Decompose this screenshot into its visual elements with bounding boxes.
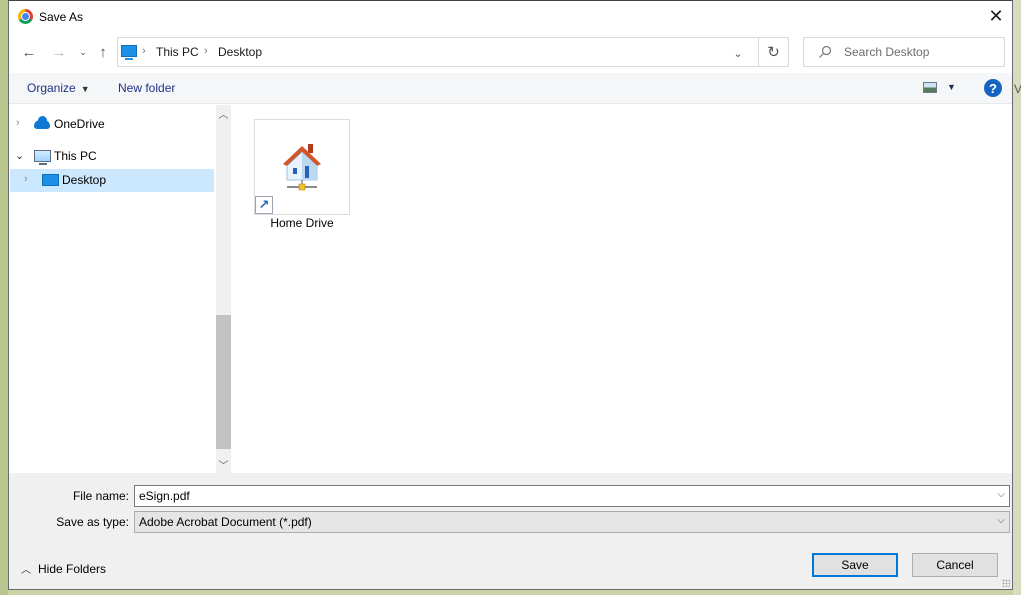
network-home-icon [283,144,321,191]
nav-item-desktop[interactable]: › Desktop [10,169,214,192]
file-thumbnail: ↗ [254,119,350,215]
search-icon [819,45,832,58]
nav-item-label: Desktop [62,173,107,187]
breadcrumb-separator-icon: › [142,45,146,57]
file-item-home-drive[interactable]: ↗ Home Drive [254,119,350,230]
scroll-down-button[interactable]: ﹀ [216,456,231,473]
chevron-right-icon[interactable]: › [24,173,28,185]
chevron-down-icon: ⌄ [733,47,743,60]
background-window-edge-left [0,0,8,595]
scrollbar-thumb[interactable] [216,315,231,449]
chevron-right-icon[interactable]: › [16,117,20,129]
save-as-type-value: Adobe Acrobat Document (*.pdf) [139,515,312,529]
breadcrumb-this-pc[interactable]: This PC [156,45,199,59]
help-button[interactable]: ? [984,79,1002,97]
desktop-icon [42,174,59,186]
scroll-up-button[interactable]: ︿ [216,105,231,122]
arrow-right-icon: → [51,43,67,61]
recent-locations-button[interactable]: ⌄ [73,42,93,62]
file-name-value: eSign.pdf [139,489,190,503]
refresh-button[interactable]: ↻ [758,38,788,66]
close-icon: ✕ [988,5,1004,26]
file-name-input[interactable]: eSign.pdf ⌵ [134,485,1010,507]
save-as-dialog: Save As ✕ ← → ⌄ ↑ › This PC › Desktop ⌄ … [8,0,1013,590]
nav-item-label: This PC [54,149,97,163]
address-bar[interactable]: › This PC › Desktop ⌄ ↻ [117,37,789,67]
up-button[interactable]: ↑ [93,42,113,62]
view-dropdown-button[interactable]: ▼ [947,82,956,92]
file-list: ↗ Home Drive [232,105,1012,473]
nav-item-onedrive[interactable]: › OneDrive [10,113,214,136]
save-as-type-label: Save as type: [56,515,129,529]
search-placeholder: Search Desktop [844,45,930,59]
save-as-type-select[interactable]: Adobe Acrobat Document (*.pdf) ⌵ [134,511,1010,533]
file-name-label: File name: [72,489,129,503]
view-options-icon[interactable] [923,82,937,93]
background-window-edge-right: V [1013,0,1021,595]
arrow-up-icon: ↑ [99,43,107,61]
cancel-button[interactable]: Cancel [912,553,998,577]
window-title: Save As [39,10,84,24]
shortcut-arrow-icon: ↗ [255,196,273,214]
chevron-down-icon[interactable]: ⌄ [15,149,24,162]
breadcrumb-desktop[interactable]: Desktop [218,45,262,59]
refresh-icon: ↻ [767,44,780,61]
onedrive-icon [34,116,50,129]
command-bar: Organize ▼ New folder ▼ ? [9,73,1012,104]
forward-button[interactable]: → [49,42,69,62]
chevron-down-icon: ﹀ [218,461,229,472]
chevron-up-icon: ︿ [218,110,229,121]
address-history-dropdown[interactable]: ⌄ [728,44,748,62]
desktop-icon [121,45,137,60]
computer-icon [34,150,51,165]
save-button[interactable]: Save [812,553,898,577]
nav-pane-scrollbar[interactable]: ︿ ﹀ [216,105,231,473]
search-input[interactable]: Search Desktop [803,37,1005,67]
breadcrumb-separator-icon: › [204,45,208,57]
chevron-down-icon: ⌵ [997,515,1005,526]
back-button[interactable]: ← [19,42,39,62]
close-button[interactable]: ✕ [980,1,1012,31]
caret-down-icon: ▼ [80,84,90,94]
navigation-pane: › OneDrive ⌄ This PC › Desktop ︿ ﹀ [9,105,231,473]
resize-grip[interactable] [1002,579,1010,587]
new-folder-button[interactable]: New folder [118,81,175,95]
chevron-down-icon[interactable]: ⌵ [997,489,1005,500]
arrow-left-icon: ← [21,43,37,61]
navigation-bar: ← → ⌄ ↑ › This PC › Desktop ⌄ ↻ Search D… [9,33,1012,73]
organize-button[interactable]: Organize ▼ [27,81,90,95]
title-bar: Save As ✕ [9,1,1012,33]
dialog-footer: File name: eSign.pdf ⌵ Save as type: Ado… [9,473,1012,589]
chrome-icon [18,9,33,24]
nav-item-label: OneDrive [54,117,105,131]
chevron-up-icon: ︿ [21,565,31,576]
file-name-label: Home Drive [270,216,334,230]
hide-folders-button[interactable]: ︿ Hide Folders [21,561,106,576]
chevron-down-icon: ⌄ [79,46,87,57]
nav-item-this-pc[interactable]: ⌄ This PC [10,145,214,168]
